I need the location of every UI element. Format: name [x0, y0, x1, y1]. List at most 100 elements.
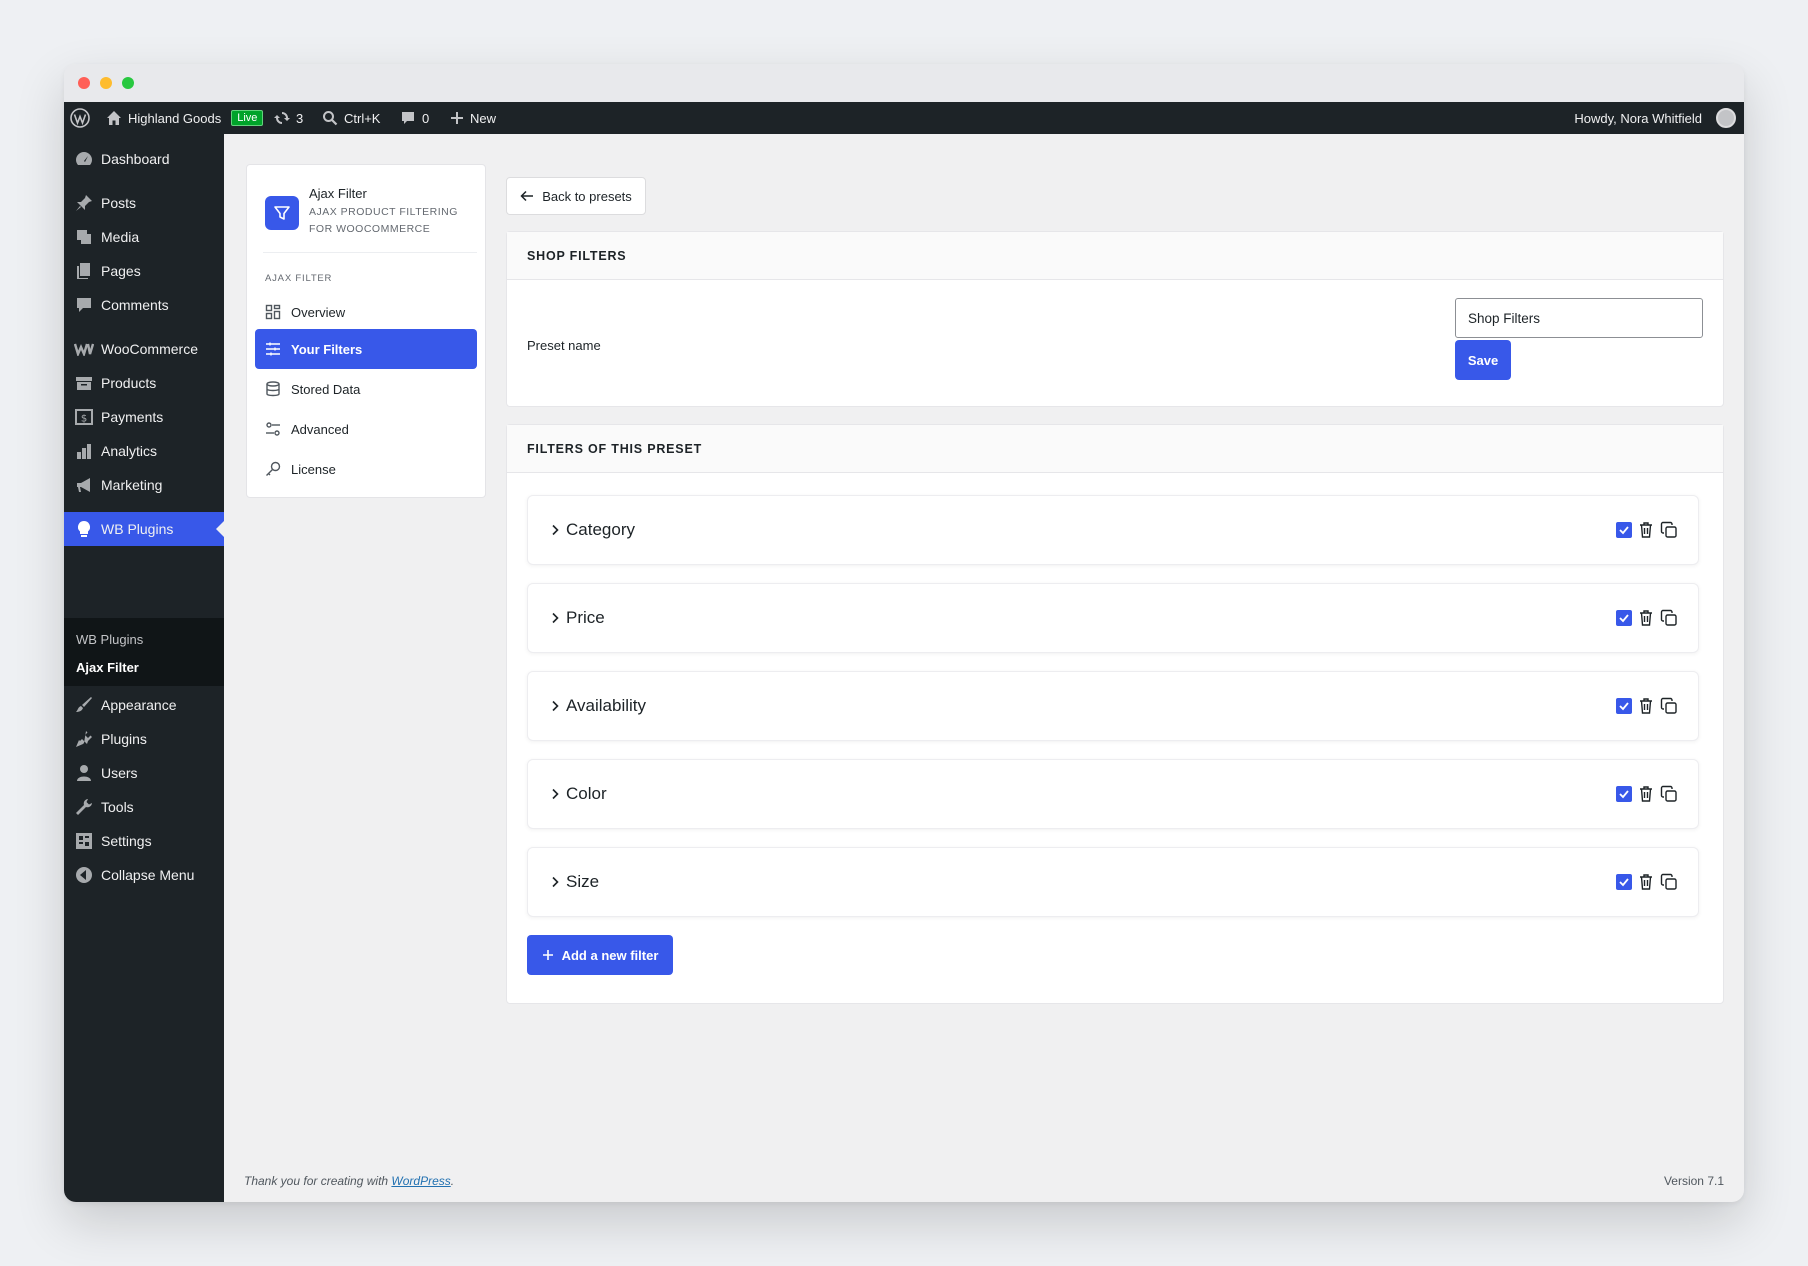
- account-menu[interactable]: Howdy, Nora Whitfield: [1574, 102, 1736, 134]
- filter-card-availability[interactable]: Availability: [527, 671, 1699, 741]
- lightbulb-icon: [74, 519, 94, 539]
- filter-name: Price: [566, 608, 605, 627]
- menu-plugins[interactable]: Plugins: [64, 722, 224, 756]
- shop-filters-title: SHOP FILTERS: [507, 232, 1723, 280]
- filter-card-price[interactable]: Price: [527, 583, 1699, 653]
- updates-link[interactable]: 3: [274, 102, 303, 134]
- duplicate-icon[interactable]: [1660, 697, 1678, 715]
- maximize-window-button[interactable]: [122, 77, 134, 89]
- bar-chart-icon: [74, 441, 94, 461]
- dashboard-icon: [74, 149, 94, 169]
- back-to-presets-label: Back to presets: [542, 188, 632, 204]
- browser-window: Highland Goods Live 3 Ctrl+K 0 New Howdy…: [64, 64, 1744, 1202]
- check-icon: [1619, 614, 1629, 623]
- filter-actions: [1616, 521, 1678, 539]
- nav-stored-data[interactable]: Stored Data: [255, 369, 477, 409]
- menu-posts-label: Posts: [101, 195, 137, 211]
- nav-advanced-label: Advanced: [291, 421, 349, 437]
- menu-marketing[interactable]: Marketing: [64, 468, 224, 502]
- menu-settings[interactable]: Settings: [64, 824, 224, 858]
- nav-overview[interactable]: Overview: [255, 292, 477, 332]
- submenu-ajax-filter[interactable]: Ajax Filter: [76, 660, 139, 675]
- menu-woocommerce[interactable]: WooCommerce: [64, 332, 224, 366]
- duplicate-icon[interactable]: [1660, 785, 1678, 803]
- menu-analytics[interactable]: Analytics: [64, 434, 224, 468]
- menu-appearance[interactable]: Appearance: [64, 688, 224, 722]
- megaphone-icon: [74, 475, 94, 495]
- trash-icon[interactable]: [1638, 697, 1654, 715]
- updates-count: 3: [296, 110, 304, 126]
- close-window-button[interactable]: [78, 77, 90, 89]
- menu-wb-plugins[interactable]: WB Plugins: [64, 512, 224, 546]
- chevron-right-icon: [552, 700, 559, 712]
- chevron-right-icon: [552, 788, 559, 800]
- preset-name-label: Preset name: [527, 338, 601, 353]
- menu-comments-label: Comments: [101, 297, 169, 313]
- trash-icon[interactable]: [1638, 521, 1654, 539]
- menu-posts[interactable]: Posts: [64, 186, 224, 220]
- wrench-icon: [74, 797, 94, 817]
- filter-name: Availability: [566, 696, 647, 715]
- back-to-presets-button[interactable]: Back to presets: [506, 177, 646, 215]
- updates-icon: [274, 112, 290, 124]
- filter-card-category[interactable]: Category: [527, 495, 1699, 565]
- comments-link[interactable]: 0: [400, 102, 429, 134]
- enable-checkbox[interactable]: [1616, 698, 1632, 714]
- add-new-filter-button[interactable]: Add a new filter: [527, 935, 673, 975]
- grid-icon: [265, 304, 281, 320]
- nav-license[interactable]: License: [255, 449, 477, 489]
- site-name-link[interactable]: Highland Goods Live: [106, 102, 264, 134]
- submenu-wb-plugins[interactable]: WB Plugins: [76, 632, 143, 647]
- search-shortcut[interactable]: Ctrl+K: [322, 102, 380, 134]
- plugin-subtitle: AJAX PRODUCT FILTERING FOR WOOCOMMERCE: [309, 206, 458, 235]
- preset-name-input[interactable]: [1455, 298, 1703, 338]
- nav-your-filters[interactable]: Your Filters: [255, 329, 477, 369]
- menu-dashboard[interactable]: Dashboard: [64, 142, 224, 176]
- comments-count: 0: [422, 110, 430, 126]
- menu-products[interactable]: Products: [64, 366, 224, 400]
- save-button[interactable]: Save: [1455, 340, 1511, 380]
- brush-icon: [74, 695, 94, 715]
- filters-title: FILTERS OF THIS PRESET: [507, 425, 1723, 473]
- nav-overview-label: Overview: [291, 304, 346, 320]
- enable-checkbox[interactable]: [1616, 610, 1632, 626]
- menu-payments[interactable]: $ Payments: [64, 400, 224, 434]
- nav-advanced[interactable]: Advanced: [255, 409, 477, 449]
- wordpress-link[interactable]: WordPress: [391, 1174, 450, 1188]
- minimize-window-button[interactable]: [100, 77, 112, 89]
- filter-name: Color: [566, 784, 607, 803]
- menu-media[interactable]: Media: [64, 220, 224, 254]
- toggles-icon: [266, 422, 280, 436]
- settings-icon: [74, 831, 94, 851]
- enable-checkbox[interactable]: [1616, 786, 1632, 802]
- enable-checkbox[interactable]: [1616, 522, 1632, 538]
- enable-checkbox[interactable]: [1616, 874, 1632, 890]
- home-icon: [107, 111, 121, 125]
- nav-stored-data-label: Stored Data: [291, 381, 361, 397]
- menu-plugins-label: Plugins: [101, 731, 147, 747]
- duplicate-icon[interactable]: [1660, 609, 1678, 627]
- filter-card-color[interactable]: Color: [527, 759, 1699, 829]
- menu-payments-label: Payments: [101, 409, 164, 425]
- menu-comments[interactable]: Comments: [64, 288, 224, 322]
- trash-icon[interactable]: [1638, 873, 1654, 891]
- new-content-link[interactable]: New: [450, 102, 496, 134]
- plugin-nav-section: AJAX FILTER: [265, 273, 333, 284]
- arrow-left-icon: [520, 190, 534, 202]
- trash-icon[interactable]: [1638, 609, 1654, 627]
- menu-users[interactable]: Users: [64, 756, 224, 790]
- archive-icon: [74, 373, 94, 393]
- duplicate-icon[interactable]: [1660, 521, 1678, 539]
- menu-pages[interactable]: Pages: [64, 254, 224, 288]
- menu-tools-label: Tools: [101, 799, 134, 815]
- filter-actions: [1616, 609, 1678, 627]
- menu-collapse[interactable]: Collapse Menu: [64, 858, 224, 892]
- sliders-icon: [266, 342, 280, 356]
- menu-tools[interactable]: Tools: [64, 790, 224, 824]
- trash-icon[interactable]: [1638, 785, 1654, 803]
- filter-card-size[interactable]: Size: [527, 847, 1699, 917]
- wordpress-logo-icon[interactable]: [70, 102, 90, 134]
- filter-logo-icon: [265, 196, 299, 230]
- admin-sidebar: Dashboard Posts Media Pages Comments Woo…: [64, 134, 224, 1202]
- duplicate-icon[interactable]: [1660, 873, 1678, 891]
